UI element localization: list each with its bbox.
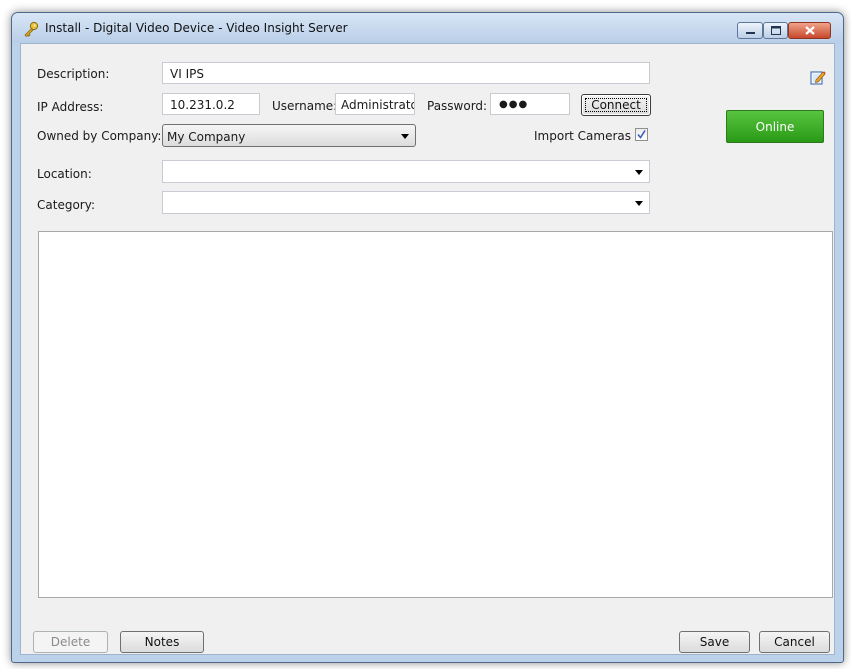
checkmark-icon	[637, 130, 646, 139]
category-select[interactable]	[162, 191, 650, 214]
import-cameras-label: Import Cameras	[534, 129, 631, 143]
cancel-button[interactable]: Cancel	[759, 631, 830, 653]
install-window: Install - Digital Video Device - Video I…	[11, 12, 844, 663]
import-cameras-checkbox[interactable]	[635, 128, 648, 141]
ip-address-label: IP Address:	[37, 100, 104, 114]
online-status-button[interactable]: Online	[726, 110, 824, 143]
category-label: Category:	[37, 198, 95, 212]
username-label: Username:	[272, 99, 338, 113]
title-bar[interactable]: Install - Digital Video Device - Video I…	[12, 13, 843, 43]
key-icon	[24, 21, 39, 37]
minimize-button[interactable]	[737, 22, 763, 39]
location-label: Location:	[37, 167, 92, 181]
maximize-button[interactable]	[763, 22, 788, 39]
owned-by-company-select[interactable]: My Company	[162, 124, 416, 147]
username-field[interactable]: Administrator	[335, 93, 415, 115]
window-title: Install - Digital Video Device - Video I…	[45, 21, 348, 35]
camera-list-panel[interactable]	[38, 231, 833, 598]
description-field[interactable]: VI IPS	[162, 62, 650, 84]
password-field[interactable]: ●●●	[490, 93, 570, 115]
connect-focus-ring	[585, 98, 647, 112]
owned-by-company-label: Owned by Company:	[37, 129, 162, 143]
location-select[interactable]	[162, 160, 650, 183]
chevron-down-icon	[635, 201, 643, 206]
delete-button[interactable]: Delete	[33, 631, 108, 653]
close-icon	[805, 26, 815, 35]
close-button[interactable]	[788, 22, 831, 39]
online-status-label: Online	[755, 120, 795, 134]
notes-button-label: Notes	[144, 635, 180, 649]
owned-by-company-value: My Company	[167, 130, 246, 144]
ip-address-field[interactable]: 10.231.0.2	[162, 93, 260, 115]
maximize-icon	[771, 26, 781, 35]
delete-button-label: Delete	[50, 635, 91, 649]
save-button[interactable]: Save	[679, 631, 750, 653]
dialog-body: Description: VI IPS IP Address: 10.231.0…	[20, 43, 835, 655]
edit-icon[interactable]	[810, 69, 826, 85]
cancel-button-label: Cancel	[774, 635, 815, 649]
description-label: Description:	[37, 67, 110, 81]
password-label: Password:	[427, 99, 488, 113]
minimize-icon	[746, 32, 755, 34]
save-button-label: Save	[699, 635, 730, 649]
chevron-down-icon	[401, 134, 409, 139]
chevron-down-icon	[635, 170, 643, 175]
notes-button[interactable]: Notes	[120, 631, 204, 653]
connect-button[interactable]: Connect	[581, 94, 651, 116]
